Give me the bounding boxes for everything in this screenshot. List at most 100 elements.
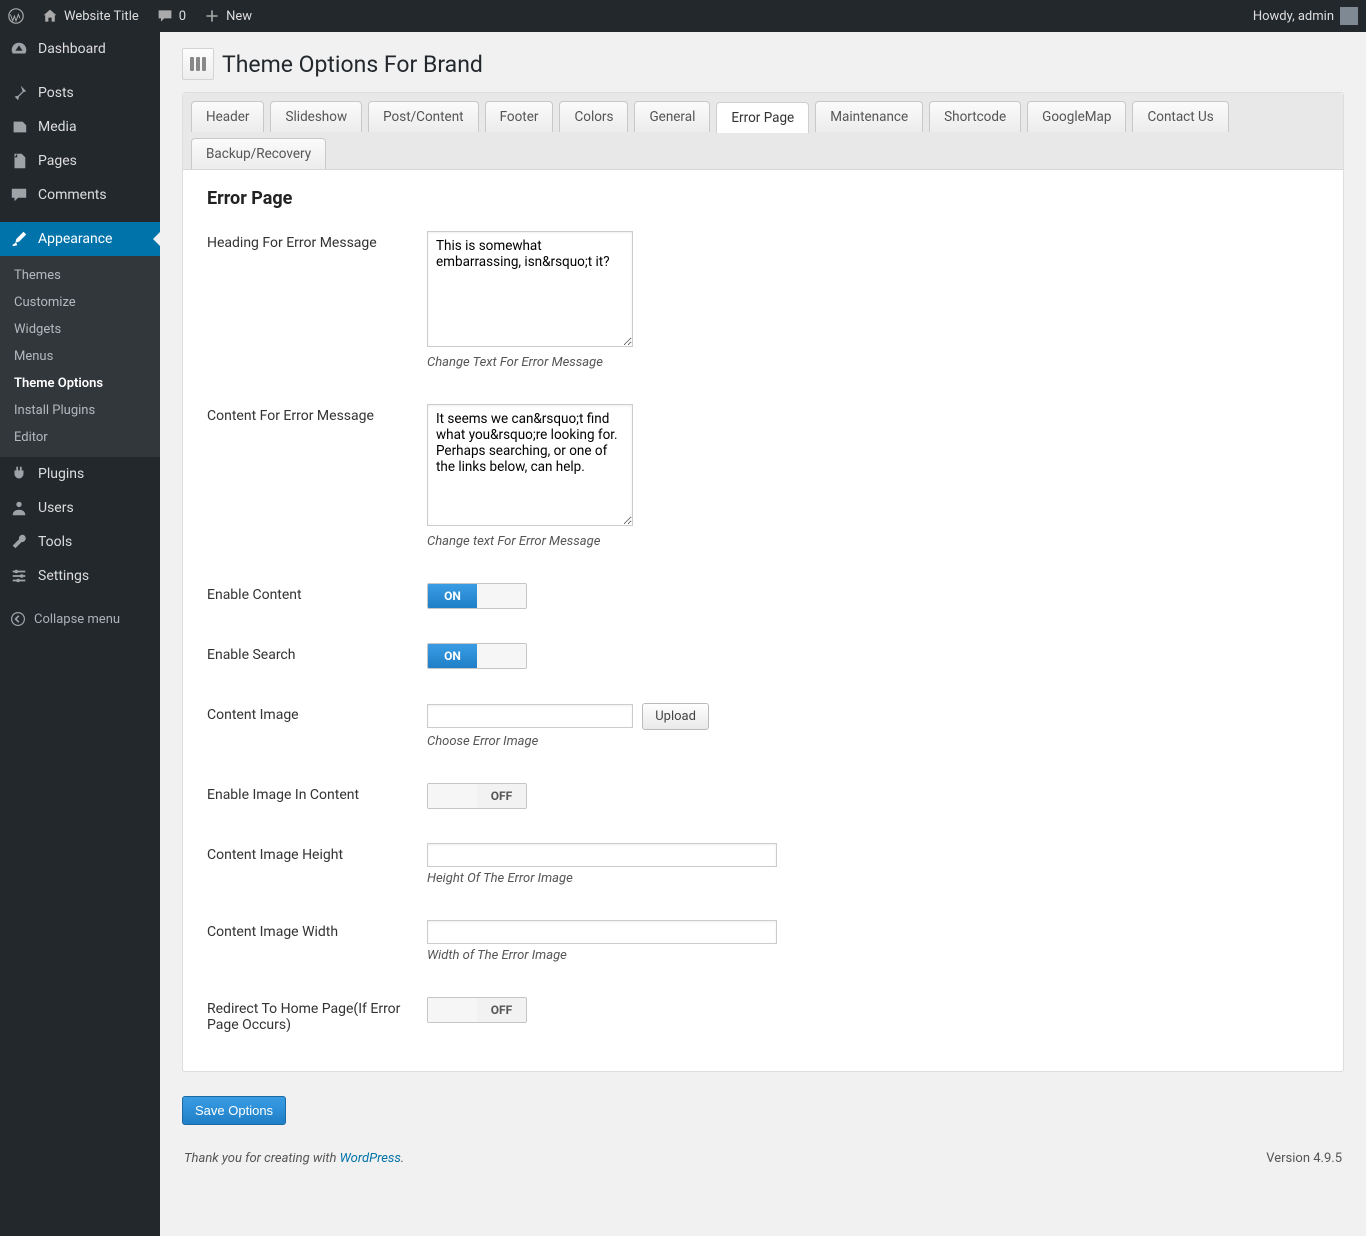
page-title: Theme Options For Brand xyxy=(222,51,483,78)
height-help: Height Of The Error Image xyxy=(427,871,777,886)
home-icon xyxy=(42,8,58,24)
height-label: Content Image Height xyxy=(207,843,427,863)
wp-logo[interactable] xyxy=(8,8,24,24)
plug-icon xyxy=(10,465,28,483)
footer-prefix: Thank you for creating with xyxy=(184,1151,340,1166)
collapse-icon xyxy=(10,611,26,627)
content-label: Content For Error Message xyxy=(207,404,427,424)
toggle-off: OFF xyxy=(477,784,526,808)
width-help: Width of The Error Image xyxy=(427,948,777,963)
tab-post-content[interactable]: Post/Content xyxy=(368,101,478,132)
tab-shortcode[interactable]: Shortcode xyxy=(929,101,1021,132)
enable-image-toggle[interactable]: ON OFF xyxy=(427,783,527,809)
submenu-themes[interactable]: Themes xyxy=(0,262,160,289)
avatar xyxy=(1340,7,1358,25)
enable-image-label: Enable Image In Content xyxy=(207,783,427,803)
toggle-on: ON xyxy=(428,784,477,808)
plus-icon xyxy=(204,8,220,24)
tab-backup-recovery[interactable]: Backup/Recovery xyxy=(191,138,326,169)
admin-footer: Thank you for creating with WordPress. V… xyxy=(182,1125,1344,1184)
menu-posts[interactable]: Posts xyxy=(0,76,160,110)
menu-label: Tools xyxy=(38,534,72,550)
redirect-label: Redirect To Home Page(If Error Page Occu… xyxy=(207,997,427,1033)
menu-pages[interactable]: Pages xyxy=(0,144,160,178)
menu-label: Pages xyxy=(38,153,77,169)
menu-settings[interactable]: Settings xyxy=(0,559,160,593)
menu-label: Appearance xyxy=(38,231,112,247)
toggle-off: OFF xyxy=(477,644,526,668)
comment-icon xyxy=(157,8,173,24)
tab-colors[interactable]: Colors xyxy=(559,101,628,132)
enable-search-toggle[interactable]: ON OFF xyxy=(427,643,527,669)
submenu-install-plugins[interactable]: Install Plugins xyxy=(0,397,160,424)
menu-label: Settings xyxy=(38,568,89,584)
menu-comments[interactable]: Comments xyxy=(0,178,160,212)
redirect-toggle[interactable]: ON OFF xyxy=(427,997,527,1023)
media-icon xyxy=(10,118,28,136)
heading-label: Heading For Error Message xyxy=(207,231,427,251)
sliders-icon xyxy=(182,48,214,80)
comments-link[interactable]: 0 xyxy=(157,8,186,24)
upload-button[interactable]: Upload xyxy=(642,703,709,730)
submenu-customize[interactable]: Customize xyxy=(0,289,160,316)
collapse-label: Collapse menu xyxy=(34,612,120,627)
pin-icon xyxy=(10,84,28,102)
toggle-off: OFF xyxy=(477,998,526,1022)
tab-header[interactable]: Header xyxy=(191,101,264,132)
admin-toolbar: Website Title 0 New Howdy, admin xyxy=(0,0,1366,32)
tab-footer[interactable]: Footer xyxy=(485,101,554,132)
menu-dashboard[interactable]: Dashboard xyxy=(0,32,160,66)
pages-icon xyxy=(10,152,28,170)
tab-general[interactable]: General xyxy=(634,101,710,132)
tab-error-page[interactable]: Error Page xyxy=(716,102,809,133)
gauge-icon xyxy=(10,40,28,58)
content-image-input[interactable] xyxy=(427,704,633,728)
menu-plugins[interactable]: Plugins xyxy=(0,457,160,491)
wordpress-link[interactable]: WordPress xyxy=(340,1151,401,1166)
tab-googlemap[interactable]: GoogleMap xyxy=(1027,101,1126,132)
menu-label: Dashboard xyxy=(38,41,106,57)
submenu-appearance: Themes Customize Widgets Menus Theme Opt… xyxy=(0,256,160,457)
comments-count: 0 xyxy=(179,9,186,24)
menu-appearance[interactable]: Appearance xyxy=(0,222,160,256)
enable-content-label: Enable Content xyxy=(207,583,427,603)
submenu-menus[interactable]: Menus xyxy=(0,343,160,370)
save-button[interactable]: Save Options xyxy=(182,1096,286,1125)
comment-icon xyxy=(10,186,28,204)
menu-media[interactable]: Media xyxy=(0,110,160,144)
toggle-on: ON xyxy=(428,644,477,668)
height-input[interactable] xyxy=(427,843,777,867)
submenu-editor[interactable]: Editor xyxy=(0,424,160,451)
heading-textarea[interactable] xyxy=(427,231,633,347)
content-image-label: Content Image xyxy=(207,703,427,723)
account-link[interactable]: Howdy, admin xyxy=(1253,7,1358,25)
heading-help: Change Text For Error Message xyxy=(427,355,633,370)
toggle-off: OFF xyxy=(477,584,526,608)
site-link[interactable]: Website Title xyxy=(42,8,139,24)
submenu-theme-options[interactable]: Theme Options xyxy=(0,370,160,397)
menu-tools[interactable]: Tools xyxy=(0,525,160,559)
tab-maintenance[interactable]: Maintenance xyxy=(815,101,923,132)
tab-slideshow[interactable]: Slideshow xyxy=(270,101,362,132)
menu-label: Posts xyxy=(38,85,74,101)
enable-content-toggle[interactable]: ON OFF xyxy=(427,583,527,609)
new-link[interactable]: New xyxy=(204,8,252,24)
menu-label: Media xyxy=(38,119,77,135)
content-help: Change text For Error Message xyxy=(427,534,633,549)
admin-sidebar: Dashboard Posts Media Pages Comments App… xyxy=(0,32,160,1236)
width-input[interactable] xyxy=(427,920,777,944)
user-icon xyxy=(10,499,28,517)
options-panel: Header Slideshow Post/Content Footer Col… xyxy=(182,92,1344,1072)
content-area: Theme Options For Brand Header Slideshow… xyxy=(160,32,1366,1236)
content-textarea[interactable] xyxy=(427,404,633,526)
sliders-icon xyxy=(10,567,28,585)
new-label: New xyxy=(226,9,252,24)
tab-contact-us[interactable]: Contact Us xyxy=(1132,101,1228,132)
collapse-menu[interactable]: Collapse menu xyxy=(0,601,160,637)
menu-label: Comments xyxy=(38,187,107,203)
submenu-widgets[interactable]: Widgets xyxy=(0,316,160,343)
width-label: Content Image Width xyxy=(207,920,427,940)
site-title: Website Title xyxy=(64,9,139,24)
menu-users[interactable]: Users xyxy=(0,491,160,525)
enable-search-label: Enable Search xyxy=(207,643,427,663)
